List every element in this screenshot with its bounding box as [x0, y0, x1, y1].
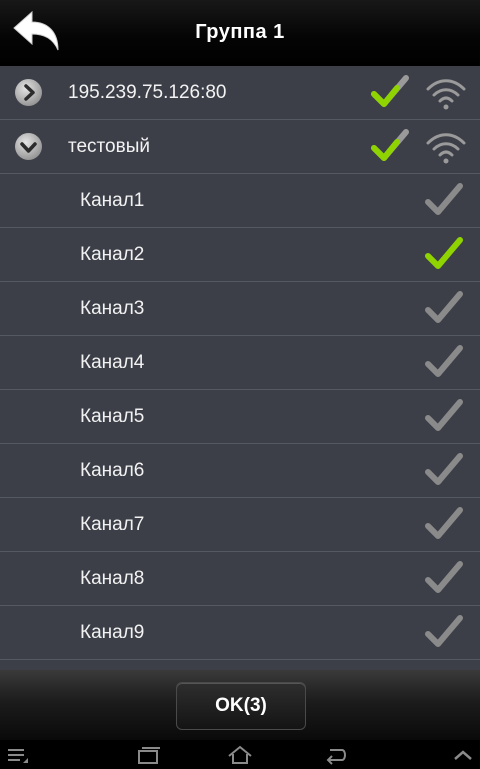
ok-button[interactable]: OK(3)	[176, 682, 306, 730]
channel-row[interactable]: Канал5	[0, 390, 480, 444]
checkmark-icon[interactable]	[424, 452, 464, 490]
channel-row[interactable]: Канал7	[0, 498, 480, 552]
back-arrow-icon	[13, 10, 59, 51]
checkmark-icon[interactable]	[424, 506, 464, 544]
checkmark-icon[interactable]	[424, 236, 464, 274]
group-label: тестовый	[68, 136, 150, 157]
group-row-server[interactable]: 195.239.75.126:80	[0, 66, 480, 120]
channel-label: Канал4	[80, 352, 145, 373]
channel-row[interactable]: Канал8	[0, 552, 480, 606]
channel-row[interactable]: Канал2	[0, 228, 480, 282]
channel-label: Канал8	[80, 568, 145, 589]
channel-row[interactable]: Канал4	[0, 336, 480, 390]
channel-row[interactable]: Канал1	[0, 174, 480, 228]
checkmark-icon[interactable]	[424, 290, 464, 328]
title-bar: Группа 1	[0, 0, 480, 66]
channel-row[interactable]: Канал3	[0, 282, 480, 336]
checkmark-icon[interactable]	[424, 344, 464, 382]
page-title: Группа 1	[195, 21, 285, 43]
channel-label: Канал2	[80, 244, 145, 265]
channel-label: Канал6	[80, 460, 145, 481]
group-row-test[interactable]: тестовый	[0, 120, 480, 174]
back-button[interactable]	[10, 8, 62, 58]
home-icon[interactable]	[226, 744, 254, 766]
collapse-icon[interactable]	[15, 133, 42, 160]
group-label: 195.239.75.126:80	[68, 82, 227, 103]
app-screen: Группа 1 195.239.75.126:80 тестовый Кана…	[0, 0, 480, 769]
checkmark-icon[interactable]	[424, 614, 464, 652]
channel-label: Канал3	[80, 298, 145, 319]
channel-list[interactable]: 195.239.75.126:80 тестовый Канал1 Канал2…	[0, 66, 480, 670]
checkmark-icon[interactable]	[424, 182, 464, 220]
back-icon[interactable]	[322, 744, 348, 766]
recent-apps-icon[interactable]	[136, 744, 162, 766]
menu-icon[interactable]	[6, 744, 30, 766]
checkmark-icon[interactable]	[424, 398, 464, 436]
expand-icon[interactable]	[15, 79, 42, 106]
channel-label: Канал1	[80, 190, 145, 211]
system-navigation-bar	[0, 740, 480, 769]
channel-label: Канал7	[80, 514, 145, 535]
wifi-signal-icon	[426, 79, 466, 110]
wifi-signal-icon	[426, 133, 466, 164]
checkmark-icon[interactable]	[370, 128, 410, 166]
channel-label: Канал5	[80, 406, 145, 427]
action-bar: OK(3)	[0, 670, 480, 740]
channel-row[interactable]: Канал9	[0, 606, 480, 660]
channel-row[interactable]: Канал6	[0, 444, 480, 498]
chevron-up-icon[interactable]	[450, 744, 476, 766]
checkmark-icon[interactable]	[424, 560, 464, 598]
checkmark-icon[interactable]	[370, 74, 410, 112]
channel-label: Канал9	[80, 622, 145, 643]
